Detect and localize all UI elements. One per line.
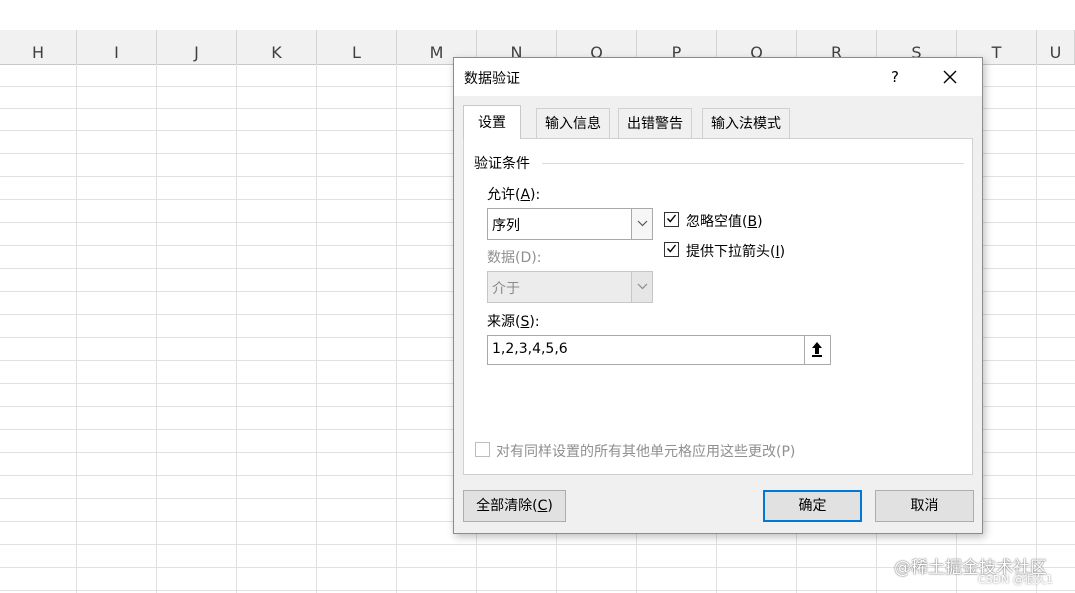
close-icon (943, 70, 957, 84)
apply-all-label: 对有同样设置的所有其他单元格应用这些更改(P) (496, 444, 796, 460)
data-validation-dialog: 数据验证 ? 设置 输入信息 出错警告 输入法模式 验证条件 允许(A): 序列… (453, 57, 983, 534)
check-icon (666, 214, 677, 223)
clear-all-button[interactable]: 全部清除(C) (463, 490, 566, 522)
collapse-dialog-button[interactable] (804, 336, 830, 364)
watermark-subtext: CSDN @很久1 (978, 573, 1053, 586)
column-header-j[interactable]: J (157, 30, 237, 64)
column-header-h[interactable]: H (0, 30, 77, 64)
ignore-blank-checkbox[interactable] (664, 212, 679, 227)
tab-settings[interactable]: 设置 (463, 105, 521, 139)
column-header-u[interactable]: U (1037, 30, 1075, 64)
allow-select[interactable]: 序列 (487, 208, 653, 240)
apply-all-checkbox (475, 442, 490, 457)
tab-input-message[interactable]: 输入信息 (536, 108, 610, 138)
settings-panel: 验证条件 允许(A): 序列 忽略空值(B) 提供下拉箭头(I) 数据(D): … (463, 138, 973, 475)
chevron-down-icon[interactable] (631, 209, 652, 239)
column-header-k[interactable]: K (237, 30, 317, 64)
close-button[interactable] (936, 63, 964, 91)
column-header-l[interactable]: L (317, 30, 397, 64)
tab-error-alert[interactable]: 出错警告 (618, 108, 692, 138)
gridline (156, 64, 157, 593)
gridline (396, 64, 397, 593)
ignore-blank-label[interactable]: 忽略空值(B) (686, 211, 763, 231)
data-label: 数据(D): (487, 250, 542, 266)
ok-button[interactable]: 确定 (763, 490, 862, 522)
group-divider (542, 163, 964, 164)
in-cell-dropdown-label[interactable]: 提供下拉箭头(I) (686, 241, 785, 261)
range-select-icon (812, 342, 822, 357)
gridline (1036, 64, 1037, 593)
in-cell-dropdown-checkbox[interactable] (664, 242, 679, 257)
source-label: 来源(S): (487, 314, 540, 330)
chevron-down-icon (631, 272, 652, 302)
gridline (0, 590, 1075, 591)
allow-value: 序列 (492, 218, 520, 234)
dialog-title: 数据验证 (464, 71, 520, 87)
allow-label: 允许(A): (487, 187, 541, 203)
dialog-titlebar[interactable]: 数据验证 ? (454, 58, 982, 96)
column-header-i[interactable]: I (77, 30, 157, 64)
cancel-button[interactable]: 取消 (875, 490, 974, 522)
help-button[interactable]: ? (882, 64, 908, 90)
tab-ime-mode[interactable]: 输入法模式 (702, 108, 790, 138)
data-select: 介于 (487, 271, 653, 303)
check-icon (666, 244, 677, 253)
source-input[interactable]: 1,2,3,4,5,6 (487, 335, 831, 365)
group-title: 验证条件 (474, 156, 530, 172)
gridline (76, 64, 77, 593)
source-value: 1,2,3,4,5,6 (492, 341, 568, 357)
data-value: 介于 (492, 281, 520, 297)
gridline (316, 64, 317, 593)
ribbon-strip (0, 0, 1075, 31)
gridline (236, 64, 237, 593)
gridline (0, 544, 1075, 545)
